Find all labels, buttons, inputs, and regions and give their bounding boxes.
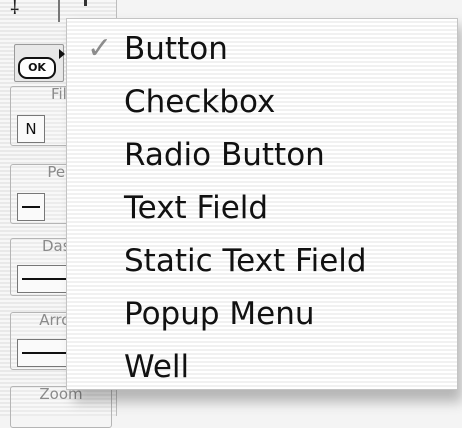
menu-item-popup-menu[interactable]: Popup Menu <box>67 290 457 338</box>
menu-item-checkbox[interactable]: Checkbox <box>67 78 457 126</box>
menu-item-label: Well <box>124 349 190 385</box>
fill-none-button[interactable]: N <box>17 115 45 143</box>
menu-item-label: Popup Menu <box>124 296 315 332</box>
menu-item-label: Static Text Field <box>124 243 367 279</box>
popup-arrow-icon <box>59 49 65 59</box>
control-type-popup-menu: ✓ Button Checkbox Radio Button Text Fiel… <box>66 18 458 390</box>
menu-item-well[interactable]: Well <box>67 343 457 391</box>
menu-item-label: Checkbox <box>124 84 276 120</box>
palette-indicator <box>84 0 87 6</box>
ok-button-icon: OK <box>18 57 56 79</box>
menu-item-label: Radio Button <box>124 137 325 173</box>
checkmark-icon: ✓ <box>87 31 113 66</box>
menu-item-button[interactable]: ✓ Button <box>67 25 457 73</box>
pen-tool-icon[interactable]: ⸸ <box>10 0 36 17</box>
menu-item-label: Button <box>124 31 228 67</box>
pen-line-button[interactable] <box>17 193 45 221</box>
menu-item-text-field[interactable]: Text Field <box>67 184 457 232</box>
control-type-popup-button[interactable]: OK <box>14 44 65 82</box>
palette-divider <box>58 0 60 22</box>
menu-item-radio-button[interactable]: Radio Button <box>67 131 457 179</box>
menu-item-label: Text Field <box>124 190 269 226</box>
menu-item-static-text-field[interactable]: Static Text Field <box>67 237 457 285</box>
